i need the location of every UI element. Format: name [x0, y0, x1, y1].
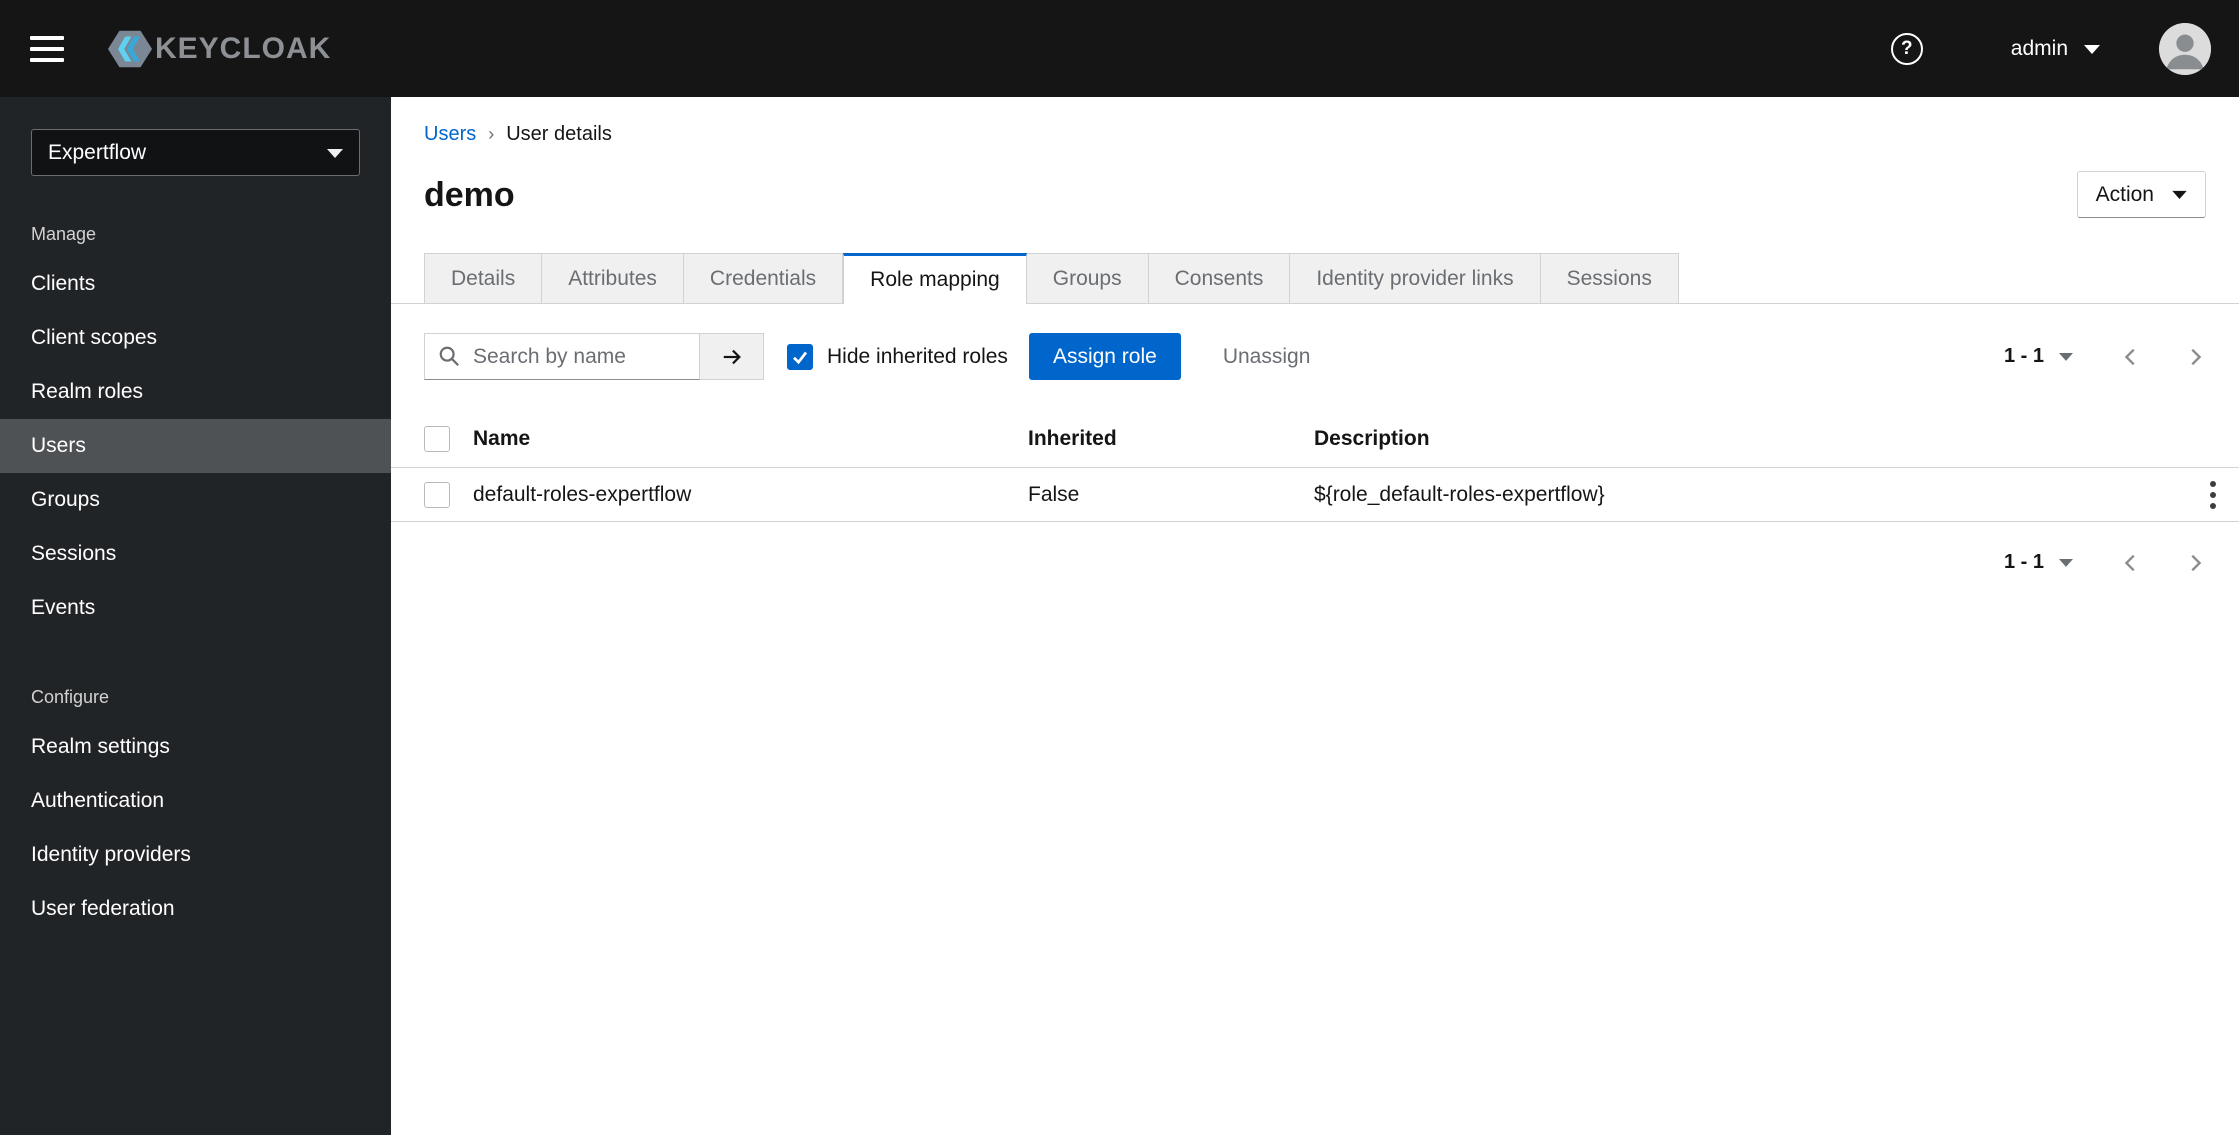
table-header-row: Name Inherited Description [391, 411, 2239, 468]
role-name-cell: default-roles-expertflow [473, 482, 692, 506]
arrow-right-icon [723, 349, 741, 364]
nav-section-title: Manage [31, 224, 97, 244]
caret-down-icon [2059, 353, 2073, 361]
assign-role-button[interactable]: Assign role [1028, 333, 1181, 380]
row-checkbox[interactable] [424, 481, 450, 508]
pagination-options-toggle[interactable]: 1 - 1 [2004, 551, 2073, 574]
keycloak-logo: KEYCLOAK [107, 26, 331, 72]
nav-toggle-hamburger-icon[interactable] [30, 32, 64, 66]
tab-details[interactable]: Details [424, 253, 543, 304]
tab-consents[interactable]: Consents [1148, 253, 1291, 304]
breadcrumb-separator-icon: › [488, 124, 495, 144]
chevron-left-icon[interactable] [2120, 552, 2142, 574]
username: admin [2010, 36, 2068, 60]
pagination-range: 1 - 1 [2003, 345, 2044, 367]
checkbox-checked-icon[interactable] [787, 343, 813, 370]
main-content: Users › User details demo Action Details… [391, 97, 2239, 1135]
sidebar-item-realm-settings[interactable]: Realm settings [0, 720, 391, 774]
tab-role-mapping[interactable]: Role mapping [843, 253, 1027, 304]
help-icon[interactable]: ? [1890, 32, 1923, 65]
hide-inherited-roles-label: Hide inherited roles [827, 344, 1008, 368]
user-menu-dropdown[interactable]: admin [2011, 37, 2100, 61]
pagination-options-toggle[interactable]: 1 - 1 [2004, 345, 2073, 368]
tab-attributes[interactable]: Attributes [542, 253, 684, 304]
role-description-cell: ${role_default-roles-expertflow} [1314, 482, 1605, 506]
sidebar-item-client-scopes[interactable]: Client scopes [0, 311, 391, 365]
select-all-checkbox[interactable] [424, 426, 450, 452]
sidebar: Expertflow Manage Clients Client scopes … [0, 97, 391, 1135]
nav-section-manage: Manage Clients Client scopes Realm roles… [0, 224, 391, 635]
tab-sessions[interactable]: Sessions [1540, 253, 1679, 304]
action-dropdown-button[interactable]: Action [2076, 171, 2206, 218]
nav-section-configure: Configure Realm settings Authentication … [0, 687, 391, 936]
realm-selector[interactable]: Expertflow [31, 129, 360, 176]
pagination-top: 1 - 1 [2004, 345, 2206, 368]
table-row: default-roles-expertflow False ${role_de… [391, 468, 2239, 522]
sidebar-item-user-federation[interactable]: User federation [0, 882, 391, 936]
role-mapping-toolbar: Hide inherited roles Assign role Unassig… [424, 333, 2206, 380]
breadcrumb: Users › User details [424, 123, 2239, 146]
sidebar-item-users[interactable]: Users [0, 419, 391, 473]
nav-section-title: Configure [31, 687, 110, 707]
sidebar-item-authentication[interactable]: Authentication [0, 774, 391, 828]
tab-identity-provider-links[interactable]: Identity provider links [1290, 253, 1541, 304]
breadcrumb-link-users[interactable]: Users [424, 123, 476, 146]
search-input[interactable] [424, 333, 700, 380]
action-label: Action [2095, 182, 2154, 206]
page-title: demo [424, 176, 515, 214]
caret-down-icon [2172, 190, 2187, 199]
column-header-inherited: Inherited [1028, 427, 1117, 450]
kebab-icon[interactable] [2209, 479, 2217, 511]
sidebar-item-realm-roles[interactable]: Realm roles [0, 365, 391, 419]
avatar[interactable] [2159, 22, 2211, 75]
caret-down-icon [327, 148, 343, 158]
breadcrumb-current: User details [506, 123, 612, 145]
masthead-right: ? admin [1890, 22, 2211, 75]
sidebar-item-identity-providers[interactable]: Identity providers [0, 828, 391, 882]
masthead: KEYCLOAK ? admin [0, 0, 2239, 97]
search-group [424, 333, 764, 380]
sidebar-item-events[interactable]: Events [0, 581, 391, 635]
hide-inherited-roles-checkbox[interactable]: Hide inherited roles [787, 343, 1008, 370]
unassign-button[interactable]: Unassign [1223, 345, 1311, 369]
search-submit-button[interactable] [700, 333, 764, 380]
keycloak-admin-console: KEYCLOAK ? admin Expertflow Manage Clien… [0, 0, 2239, 1135]
pagination-bottom-row: 1 - 1 [424, 551, 2206, 574]
column-header-name: Name [473, 427, 531, 450]
chevron-right-icon[interactable] [2184, 552, 2206, 574]
chevron-right-icon[interactable] [2184, 346, 2206, 368]
sidebar-item-groups[interactable]: Groups [0, 473, 391, 527]
caret-down-icon [2059, 559, 2073, 567]
keycloak-wordmark: KEYCLOAK [155, 31, 332, 65]
tab-credentials[interactable]: Credentials [683, 253, 844, 304]
pagination-bottom: 1 - 1 [2004, 551, 2206, 574]
user-avatar-icon [2159, 22, 2211, 75]
sidebar-item-sessions[interactable]: Sessions [0, 527, 391, 581]
role-inherited-cell: False [1028, 482, 1080, 506]
sidebar-item-clients[interactable]: Clients [0, 257, 391, 311]
column-header-description: Description [1314, 427, 1430, 450]
realm-name: Expertflow [48, 140, 147, 164]
caret-down-icon [2084, 44, 2100, 54]
chevron-left-icon[interactable] [2120, 346, 2142, 368]
tab-bar: Details Attributes Credentials Role mapp… [391, 253, 2239, 304]
keycloak-logo-icon [107, 30, 153, 67]
tab-groups[interactable]: Groups [1026, 253, 1149, 304]
help-glyph: ? [1900, 38, 1913, 59]
role-mapping-table: Name Inherited Description default-roles… [391, 411, 2239, 522]
pagination-range: 1 - 1 [2003, 551, 2044, 573]
